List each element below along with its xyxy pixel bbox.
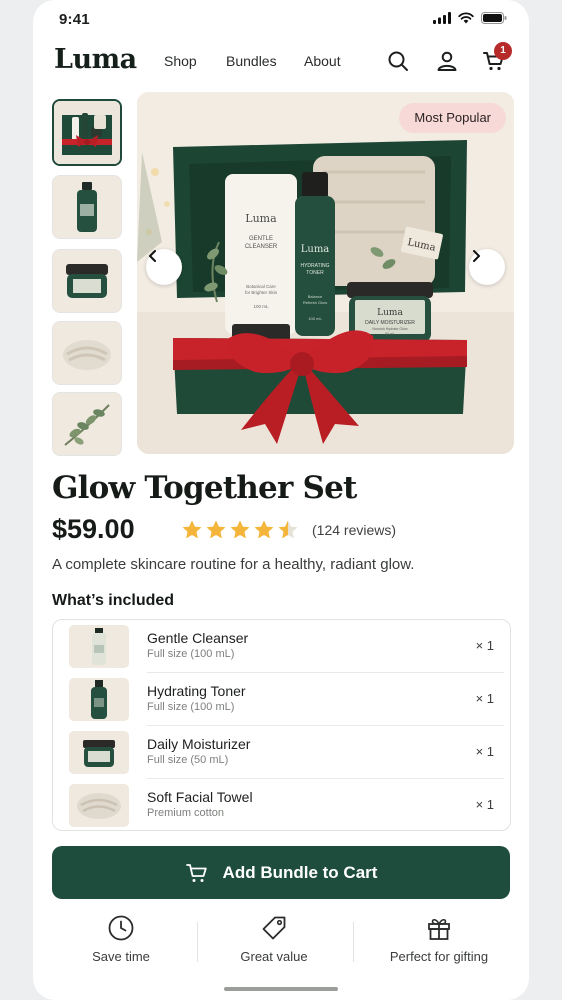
star-icon <box>278 520 298 539</box>
thumbnail-gift-box[interactable] <box>52 99 122 166</box>
list-item: Soft Facial Towel Premium cotton × 1 <box>53 779 510 832</box>
wifi-icon <box>458 12 474 24</box>
item-name: Gentle Cleanser <box>147 630 249 646</box>
star-icon <box>254 520 274 539</box>
item-detail: Full size (100 mL) <box>147 648 235 660</box>
brand-logo[interactable]: Luma <box>54 44 137 75</box>
item-quantity: × 1 <box>475 638 494 653</box>
thumbnail-eucalyptus[interactable] <box>52 392 122 456</box>
clock-icon <box>108 915 134 941</box>
thumbnail-towel[interactable] <box>52 321 122 385</box>
star-icon <box>206 520 226 539</box>
cleanser-desc-1: Botanical Care <box>246 284 276 289</box>
feature-save-time: Save time <box>46 914 196 966</box>
item-name: Soft Facial Towel <box>147 789 253 805</box>
nav-link-about[interactable]: About <box>304 53 341 69</box>
home-indicator <box>224 987 338 991</box>
status-time: 9:41 <box>59 11 90 28</box>
item-detail: Full size (50 mL) <box>147 754 229 766</box>
most-popular-badge: Most Popular <box>399 103 506 133</box>
gift-box-illustration: Luma Luma GENTLE CLEANSER Botanical Care… <box>137 92 514 454</box>
battery-icon <box>481 12 507 24</box>
jar-name: DAILY MOISTURIZER <box>365 320 415 326</box>
chevron-right-icon <box>473 250 480 262</box>
nav-link-shop[interactable]: Shop <box>164 53 197 69</box>
status-icons <box>433 12 507 24</box>
top-nav: Luma Shop Bundles About <box>33 38 529 86</box>
account-icon[interactable] <box>435 49 459 73</box>
feature-label: Perfect for gifting <box>389 949 489 964</box>
cleanser-brand: Luma <box>245 212 277 225</box>
divider <box>353 922 354 962</box>
cleanser-name-2: CLEANSER <box>245 244 278 250</box>
toner-name-2: TONER <box>306 270 324 276</box>
jar-brand: Luma <box>377 308 403 318</box>
item-quantity: × 1 <box>475 691 494 706</box>
chevron-left-icon <box>149 250 156 262</box>
feature-perfect-for-gifting: Perfect for gifting <box>364 914 514 966</box>
search-icon[interactable] <box>386 49 410 73</box>
included-heading: What’s included <box>52 592 175 609</box>
item-quantity: × 1 <box>475 744 494 759</box>
toner-name-1: HYDRATING <box>300 263 329 269</box>
feature-great-value: Great value <box>199 914 349 966</box>
item-detail: Full size (100 mL) <box>147 701 235 713</box>
thumbnail-cleanser[interactable] <box>52 175 122 239</box>
list-item: Hydrating Toner Full size (100 mL) × 1 <box>53 673 510 726</box>
product-title: Glow Together Set <box>52 470 357 506</box>
gift-icon <box>428 918 450 940</box>
phone-screen: 9:41 Luma Shop Bundles About 1 Luma Luma… <box>33 0 529 1000</box>
item-name: Hydrating Toner <box>147 683 246 699</box>
item-image <box>69 678 129 721</box>
add-bundle-to-cart-button[interactable]: Add Bundle to Cart <box>52 846 510 899</box>
star-icon <box>230 520 250 539</box>
cart-icon <box>185 863 207 882</box>
toner-desc-2: Refresh Glow <box>303 300 327 305</box>
item-name: Daily Moisturizer <box>147 736 251 752</box>
feature-label: Save time <box>92 949 150 964</box>
star-icon <box>182 520 202 539</box>
divider <box>197 922 198 962</box>
rating-stars <box>181 519 299 540</box>
list-item: Daily Moisturizer Full size (50 mL) × 1 <box>53 726 510 779</box>
cleanser-size: 100 mL <box>253 304 269 309</box>
included-items-list: Gentle Cleanser Full size (100 mL) × 1 H… <box>52 619 511 831</box>
jar-size: 50 mL <box>385 332 395 336</box>
cart-count-badge: 1 <box>494 42 512 60</box>
reviews-link[interactable]: (124 reviews) <box>312 522 396 538</box>
item-quantity: × 1 <box>475 797 494 812</box>
item-image <box>69 731 129 774</box>
signal-icon <box>433 12 451 24</box>
thumbnail-moisturizer[interactable] <box>52 249 122 313</box>
product-price: $59.00 <box>52 514 135 544</box>
product-description: A complete skincare routine for a health… <box>52 556 415 573</box>
toner-size: 100 mL <box>308 316 322 321</box>
item-image <box>69 625 129 668</box>
product-hero-image: Luma Luma GENTLE CLEANSER Botanical Care… <box>137 92 514 454</box>
toner-desc-1: Balance <box>308 294 323 299</box>
item-image <box>69 784 129 827</box>
item-detail: Premium cotton <box>147 807 225 819</box>
cleanser-desc-2: for Brighter Skin <box>245 290 278 295</box>
toner-brand: Luma <box>301 244 330 255</box>
tag-icon <box>262 916 286 940</box>
prev-image-button[interactable] <box>146 249 182 285</box>
jar-desc: Nourish Hydrate Glow <box>372 327 408 331</box>
add-bundle-to-cart-label: Add Bundle to Cart <box>222 862 378 882</box>
feature-label: Great value <box>240 949 308 964</box>
list-item: Gentle Cleanser Full size (100 mL) × 1 <box>53 620 510 673</box>
status-bar: 9:41 <box>33 0 529 38</box>
nav-link-bundles[interactable]: Bundles <box>226 53 277 69</box>
cleanser-name-1: GENTLE <box>249 236 273 242</box>
next-image-button[interactable] <box>469 249 505 285</box>
